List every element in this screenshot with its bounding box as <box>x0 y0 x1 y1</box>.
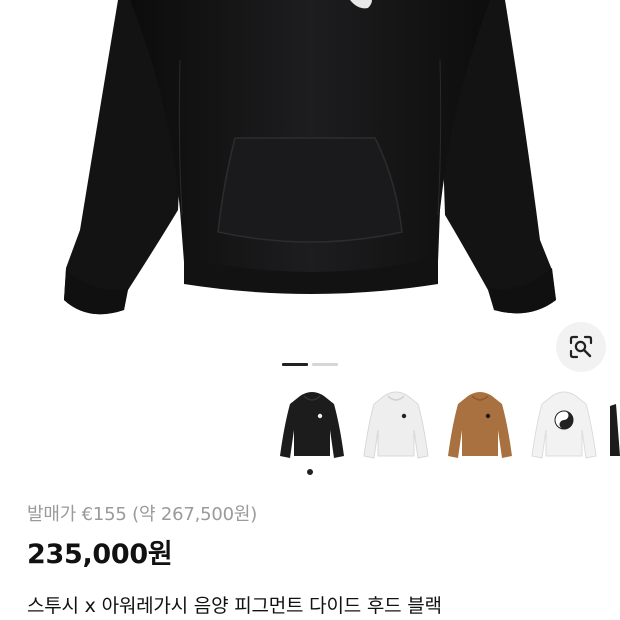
image-search-button[interactable] <box>556 322 606 372</box>
thumbnail-white-yinyang-hoodie[interactable] <box>526 386 602 462</box>
brown-hoodie-image <box>448 392 512 458</box>
color-options <box>270 386 620 478</box>
white-yinyang-hoodie-image <box>531 391 597 459</box>
black-hoodie-image <box>280 392 344 458</box>
current-price: 235,000원 <box>27 539 173 570</box>
thumbnail-black-hoodie[interactable] <box>274 386 350 462</box>
white-hoodie-image <box>363 391 429 459</box>
pager-indicator-active <box>282 363 308 366</box>
thumbnail-white-hoodie[interactable] <box>358 386 434 462</box>
hoodie-photo <box>64 0 556 315</box>
thumbnail-brown-hoodie[interactable] <box>442 386 518 462</box>
image-pager <box>282 363 338 366</box>
thumbnail-black-hoodie-partial[interactable] <box>610 386 620 462</box>
thumbnail-selected-indicator <box>307 469 313 475</box>
product-main-image[interactable] <box>0 0 620 370</box>
black-hoodie-partial-image <box>610 404 620 456</box>
product-title: 스투시 x 아워레가시 음양 피그먼트 다이드 후드 블랙 <box>27 595 442 617</box>
release-price: 발매가 €155 (약 267,500원) <box>27 504 258 525</box>
lens-search-icon <box>569 335 593 359</box>
pager-indicator <box>312 363 338 366</box>
